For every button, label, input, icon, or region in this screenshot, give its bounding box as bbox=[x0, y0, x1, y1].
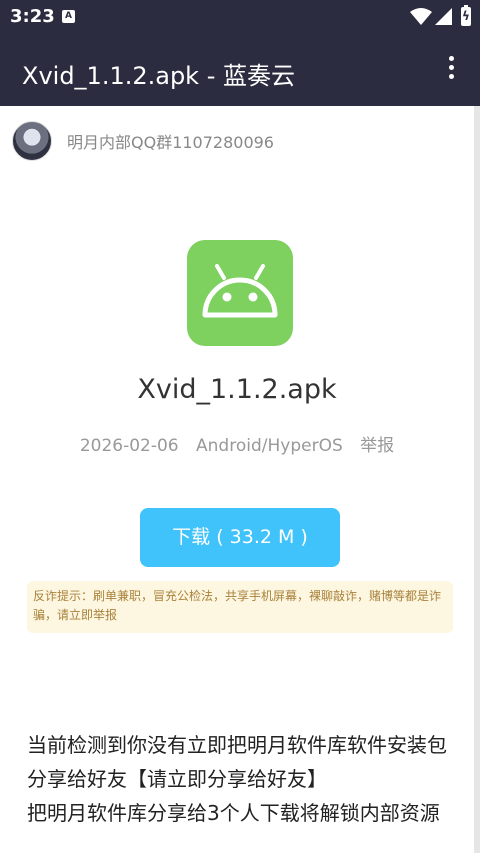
notification-icon: A bbox=[62, 10, 75, 23]
wifi-icon bbox=[410, 8, 432, 25]
app-bar: Xvid_1.1.2.apk - 蓝奏云 bbox=[0, 34, 480, 106]
file-meta: 2026-02-06 Android/HyperOS 举报 bbox=[0, 431, 474, 456]
status-bar: 3:23 A ϟ bbox=[0, 0, 480, 34]
avatar[interactable] bbox=[12, 121, 52, 161]
report-link[interactable]: 举报 bbox=[360, 436, 394, 456]
uploader-info[interactable]: 明月内部QQ群1107280096 bbox=[12, 120, 274, 162]
page-content: 明月内部QQ群1107280096 Xvid_1.1.2.apk 2026-02… bbox=[0, 106, 474, 853]
battery-charging-glyph: ϟ bbox=[462, 9, 470, 23]
download-button[interactable]: 下载 ( 33.2 M ) bbox=[140, 508, 340, 567]
description-line-1: 当前检测到你没有立即把明月软件库软件安装包分享给好友【请立即分享给好友】 bbox=[27, 733, 447, 791]
description-line-2: 把明月软件库分享给3个人下载将解锁内部资源 bbox=[27, 801, 440, 825]
upload-date: 2026-02-06 bbox=[79, 436, 179, 456]
fraud-warning-notice: 反诈提示：刷单兼职，冒充公检法，共享手机屏幕，裸聊敲诈，赌博等都是诈骗，请立即举… bbox=[27, 581, 453, 633]
battery-icon: ϟ bbox=[461, 5, 471, 26]
uploader-name: 明月内部QQ群1107280096 bbox=[67, 133, 274, 152]
page-title: Xvid_1.1.2.apk - 蓝奏云 bbox=[22, 62, 295, 90]
description-text: 当前检测到你没有立即把明月软件库软件安装包分享给好友【请立即分享给好友】 把明月… bbox=[27, 728, 459, 830]
android-robot-icon bbox=[202, 264, 278, 318]
clock: 3:23 bbox=[10, 6, 55, 27]
signal-icon bbox=[435, 8, 452, 25]
scrollbar[interactable] bbox=[474, 106, 480, 853]
android-app-icon bbox=[187, 240, 293, 346]
platform-label: Android/HyperOS bbox=[196, 436, 343, 456]
file-name: Xvid_1.1.2.apk bbox=[137, 374, 337, 405]
overflow-menu-icon[interactable] bbox=[440, 56, 462, 84]
